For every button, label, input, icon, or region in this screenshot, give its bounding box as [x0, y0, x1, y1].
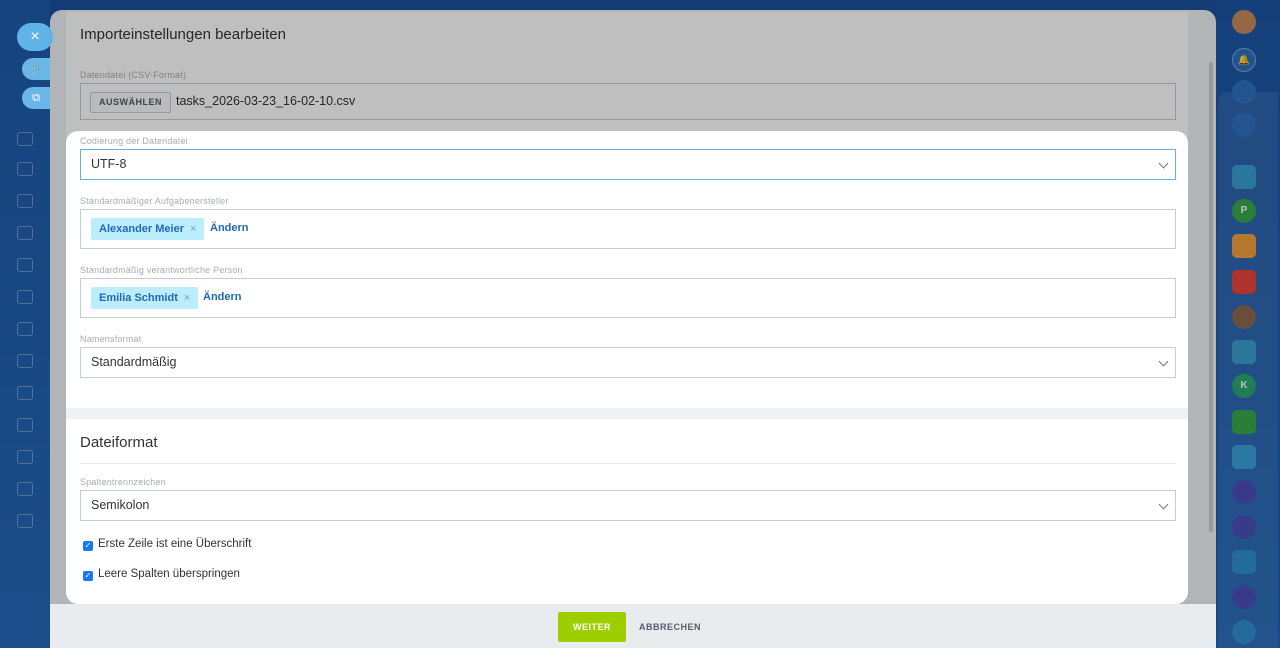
encoding-value: UTF-8 [91, 157, 127, 171]
creator-user-chip[interactable]: Alexander Meier × [91, 218, 205, 240]
name-format-value: Standardmäßig [91, 355, 177, 369]
chevron-down-icon [1158, 499, 1169, 510]
responsible-user-name: Emilia Schmidt [99, 292, 178, 304]
name-format-label: Namensformat [80, 334, 142, 344]
scrollbar[interactable] [1209, 62, 1213, 532]
separator-label: Spaltentrennzeichen [80, 477, 166, 487]
name-format-select[interactable]: Standardmäßig [80, 347, 1176, 378]
skip-empty-checkbox[interactable]: ✓ [83, 571, 93, 581]
section-divider [66, 408, 1188, 419]
responsible-label: Standardmäßig verantwortliche Person [80, 265, 243, 275]
first-row-header-option[interactable]: ✓ Erste Zeile ist eine Überschrift [83, 538, 251, 551]
creator-user-name: Alexander Meier [99, 223, 184, 235]
chevron-down-icon [1158, 158, 1169, 169]
first-row-header-label: Erste Zeile ist eine Überschrift [98, 538, 252, 550]
footer-bar: WEITER ABBRECHEN [50, 604, 1216, 648]
close-slider-button[interactable]: × [17, 23, 53, 51]
chevron-down-icon [1158, 356, 1169, 367]
close-icon: × [30, 28, 40, 45]
link-icon[interactable]: 🔗 [22, 58, 50, 80]
separator-select[interactable]: Semikolon [80, 490, 1176, 521]
remove-user-icon[interactable]: × [190, 223, 196, 235]
first-row-header-checkbox[interactable]: ✓ [83, 541, 93, 551]
skip-empty-option[interactable]: ✓ Leere Spalten überspringen [83, 568, 240, 581]
creator-change-link[interactable]: Ändern [210, 222, 249, 234]
separator-value: Semikolon [91, 498, 150, 512]
responsible-field[interactable]: Emilia Schmidt × Ändern [80, 278, 1176, 318]
open-external-icon[interactable]: ⧉ [22, 87, 50, 109]
creator-label: Standardmäßiger Aufgabenersteller [80, 196, 229, 206]
divider [80, 463, 1176, 464]
responsible-change-link[interactable]: Ändern [203, 291, 242, 303]
encoding-label: Codierung der Datendatei [80, 136, 188, 146]
file-format-title: Dateiformat [80, 434, 158, 451]
next-button[interactable]: WEITER [558, 612, 626, 642]
skip-empty-label: Leere Spalten überspringen [98, 568, 240, 580]
creator-field[interactable]: Alexander Meier × Ändern [80, 209, 1176, 249]
cancel-button[interactable]: ABBRECHEN [639, 612, 701, 642]
encoding-select[interactable]: UTF-8 [80, 149, 1176, 180]
remove-user-icon[interactable]: × [184, 292, 190, 304]
responsible-user-chip[interactable]: Emilia Schmidt × [91, 287, 199, 309]
